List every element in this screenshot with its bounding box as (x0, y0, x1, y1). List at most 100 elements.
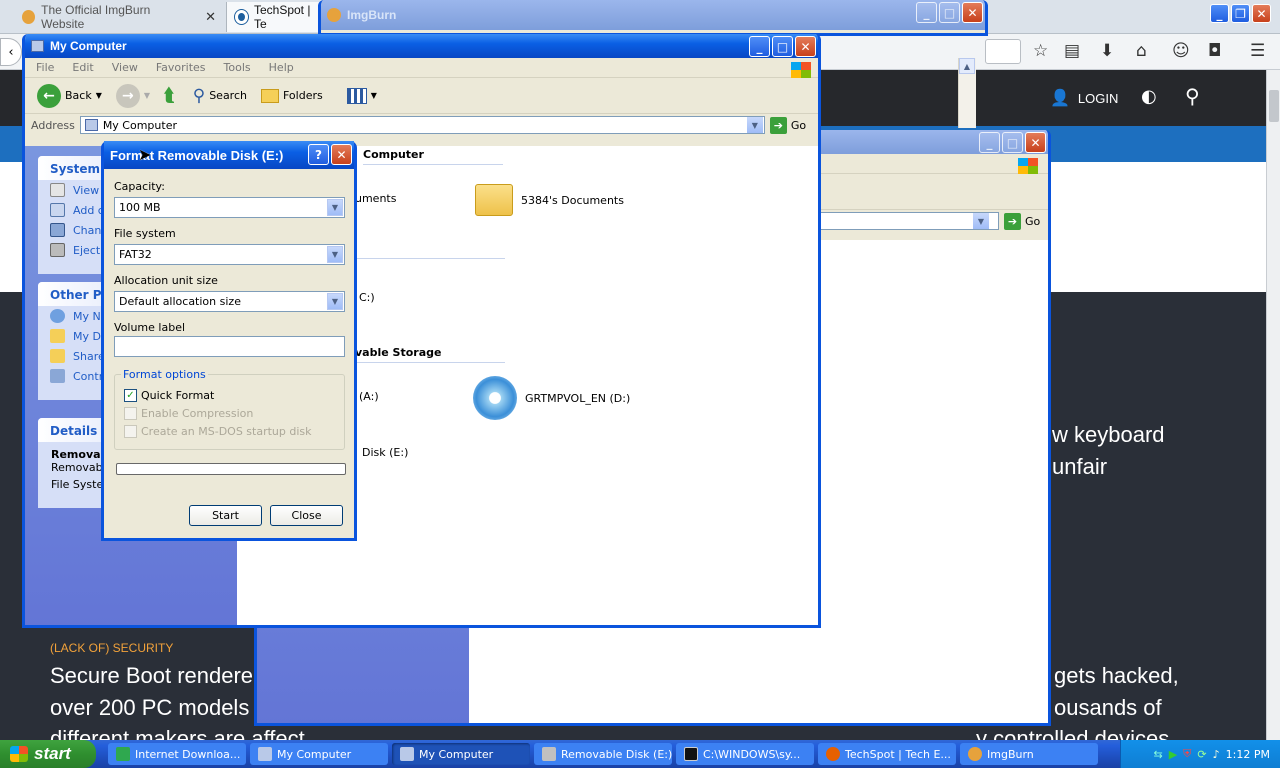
smiley-icon[interactable]: ☺ (1172, 41, 1190, 61)
minimize-icon[interactable]: _ (1210, 4, 1229, 23)
url-bar-end[interactable] (985, 39, 1021, 64)
maximize-icon[interactable]: □ (939, 2, 960, 23)
computer-icon (258, 747, 272, 761)
chevron-down-icon[interactable]: ▼ (746, 117, 763, 133)
floppy-item[interactable]: (A:) (359, 390, 379, 403)
user-documents-item[interactable]: 5384's Documents (475, 184, 624, 216)
toolbar: ← Back ▼ → ▼ ⮬ ⚲ Search Folders ▼ (25, 78, 818, 114)
network-tray-icon[interactable]: ⇆ (1153, 748, 1162, 761)
imgburn-titlebar[interactable]: ImgBurn (321, 0, 985, 30)
pocket-icon[interactable]: ◘ (1208, 41, 1221, 61)
my-computer-titlebar[interactable]: My Computer (25, 34, 818, 58)
menu-help[interactable]: Help (269, 61, 294, 74)
minimize-icon[interactable]: _ (979, 132, 1000, 153)
maximize-icon[interactable]: □ (772, 36, 793, 57)
chevron-down-icon[interactable]: ▼ (96, 91, 102, 100)
maximize-icon[interactable]: □ (1002, 132, 1023, 153)
star-icon[interactable]: ☆ (1033, 41, 1048, 61)
console-icon (684, 747, 698, 761)
address-field[interactable]: My Computer ▼ (79, 116, 765, 134)
restore-icon[interactable]: ❐ (1231, 4, 1250, 23)
scrollbar-thumb[interactable] (1269, 90, 1279, 122)
menu-file[interactable]: File (36, 61, 54, 74)
scroll-up-icon[interactable]: ▲ (959, 58, 975, 74)
window-scrollbar[interactable]: ▲ (958, 58, 976, 128)
views-button[interactable]: ▼ (343, 86, 381, 106)
update-tray-icon[interactable]: ⟳ (1197, 748, 1206, 761)
login-link[interactable]: 👤 LOGIN (1050, 88, 1118, 108)
minimize-icon[interactable]: _ (749, 36, 770, 57)
menu-tools[interactable]: Tools (224, 61, 251, 74)
checkmark-icon: ✓ (124, 389, 137, 402)
story-title-line[interactable]: gets hacked, (1054, 663, 1179, 689)
removable-disk-item[interactable]: Disk (E:) (362, 446, 408, 459)
capacity-label: Capacity: (114, 180, 165, 193)
back-arrow-icon[interactable]: ‹ (0, 38, 22, 66)
file-system-select[interactable]: FAT32 ▼ (114, 244, 345, 265)
close-icon[interactable]: ✕ (795, 36, 816, 57)
close-button[interactable]: Close (270, 505, 343, 526)
close-icon[interactable]: ✕ (331, 144, 352, 165)
tab-imgburn-website[interactable]: The Official ImgBurn Website ✕ (14, 2, 224, 32)
menu-edit[interactable]: Edit (72, 61, 93, 74)
headline-fragment[interactable]: w keyboard (1052, 422, 1165, 448)
shared-documents-item[interactable]: uments (355, 192, 396, 205)
volume-label-label: Volume label (114, 321, 186, 334)
download-tray-icon[interactable]: ▶ (1169, 748, 1177, 761)
story-title-line[interactable]: Secure Boot rendere (50, 663, 253, 689)
security-tray-icon[interactable]: ⛨ (1183, 747, 1191, 761)
go-button[interactable]: ➔ Go (769, 116, 806, 134)
local-disk-item[interactable]: C:) (359, 291, 375, 304)
back-button[interactable]: ← Back ▼ (33, 82, 106, 110)
folders-button[interactable]: Folders (257, 87, 327, 105)
volume-tray-icon[interactable]: ♪ (1213, 748, 1220, 761)
cd-drive-item[interactable]: GRTMPVOL_EN (D:) (473, 376, 630, 420)
tab-techspot[interactable]: TechSpot | Te (226, 2, 326, 32)
help-icon[interactable]: ? (308, 144, 329, 165)
quick-format-checkbox[interactable]: ✓ Quick Format (124, 389, 214, 402)
story-title-line[interactable]: ousands of (1054, 695, 1162, 721)
imgburn-favicon-icon (22, 10, 36, 24)
allocation-unit-select[interactable]: Default allocation size ▼ (114, 291, 345, 312)
close-tab-icon[interactable]: ✕ (205, 9, 216, 25)
close-icon[interactable]: ✕ (1025, 132, 1046, 153)
story-title-line[interactable]: over 200 PC models t (50, 695, 262, 721)
taskbar-item-imgburn[interactable]: ImgBurn (960, 743, 1098, 765)
clock[interactable]: 1:12 PM (1226, 748, 1270, 761)
chevron-down-icon: ▼ (370, 91, 377, 100)
home-icon[interactable]: ⌂ (1136, 41, 1147, 61)
system-tray: ⇆ ▶ ⛨ ⟳ ♪ 1:12 PM (1120, 740, 1280, 768)
up-folder-button[interactable]: ⮬ (160, 83, 179, 108)
forward-button[interactable]: → ▼ (112, 82, 154, 110)
taskbar-item-download-manager[interactable]: Internet Downloa... (108, 743, 246, 765)
chevron-down-icon[interactable]: ▼ (973, 213, 989, 229)
windows-logo-icon (10, 746, 28, 762)
taskbar-item-removable-disk[interactable]: Removable Disk (E:) (534, 743, 672, 765)
reading-list-icon[interactable]: ▤ (1064, 41, 1080, 61)
search-button[interactable]: ⚲ Search (189, 84, 251, 108)
go-arrow-icon: ➔ (1004, 212, 1021, 230)
go-button[interactable]: ➔ Go (1004, 212, 1040, 230)
start-button[interactable]: Start (189, 505, 262, 526)
section-files-stored: Computer (363, 148, 503, 165)
download-icon[interactable]: ⬇ (1100, 41, 1114, 61)
taskbar-item-my-computer-active[interactable]: My Computer (392, 743, 530, 765)
volume-label-input[interactable] (114, 336, 345, 357)
close-icon[interactable]: ✕ (1252, 4, 1271, 23)
control-panel-icon (50, 223, 65, 237)
hamburger-menu-icon[interactable]: ☰ (1250, 41, 1265, 61)
taskbar-item-my-computer[interactable]: My Computer (250, 743, 388, 765)
address-label: Address (31, 118, 75, 132)
minimize-icon[interactable]: _ (916, 2, 937, 23)
taskbar-item-command-prompt[interactable]: C:\WINDOWS\sy... (676, 743, 814, 765)
capacity-select[interactable]: 100 MB ▼ (114, 197, 345, 218)
page-scrollbar[interactable] (1266, 70, 1280, 742)
menu-favorites[interactable]: Favorites (156, 61, 206, 74)
taskbar-item-techspot[interactable]: TechSpot | Tech E... (818, 743, 956, 765)
search-icon[interactable]: ⚲ (1185, 84, 1200, 108)
start-button[interactable]: start (0, 740, 96, 768)
headline-fragment[interactable]: unfair (1052, 454, 1107, 480)
contrast-toggle-icon[interactable]: ◐ (1141, 86, 1157, 107)
menu-view[interactable]: View (112, 61, 138, 74)
close-icon[interactable]: ✕ (962, 2, 983, 23)
